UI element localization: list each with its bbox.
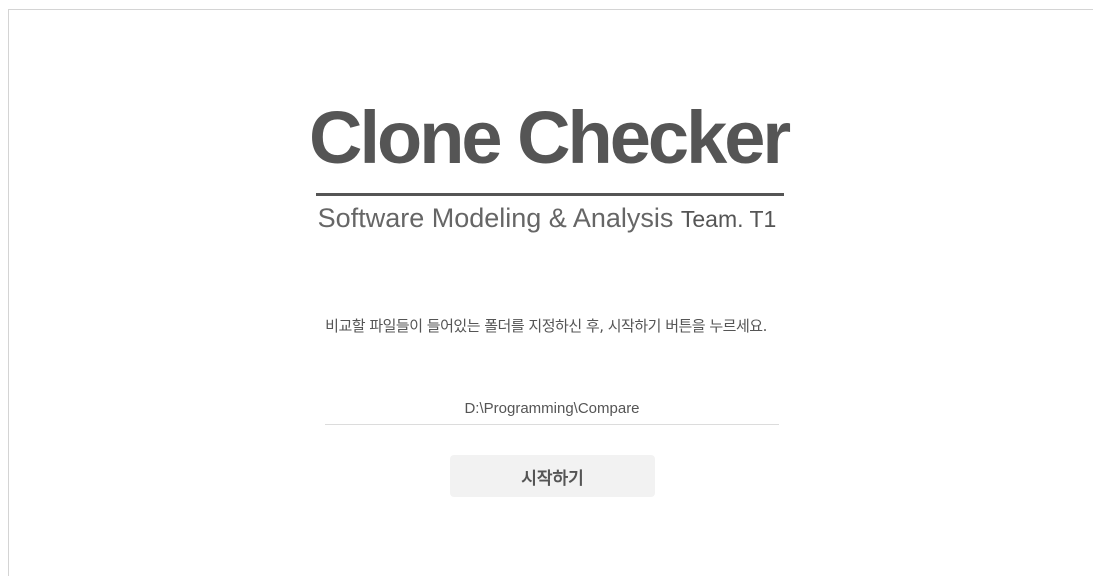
app-title: Clone Checker bbox=[309, 96, 791, 179]
instruction-text: 비교할 파일들이 들어있는 폴더를 지정하신 후, 시작하기 버튼을 누르세요. bbox=[325, 317, 767, 335]
title-divider bbox=[316, 193, 784, 196]
app-subtitle: Software Modeling & Analysis Team. T1 bbox=[309, 200, 785, 237]
subtitle-text: Software Modeling & Analysis bbox=[317, 203, 674, 233]
team-label: Team. T1 bbox=[680, 206, 777, 232]
start-button[interactable]: 시작하기 bbox=[450, 455, 655, 497]
folder-path-input[interactable] bbox=[325, 393, 779, 425]
